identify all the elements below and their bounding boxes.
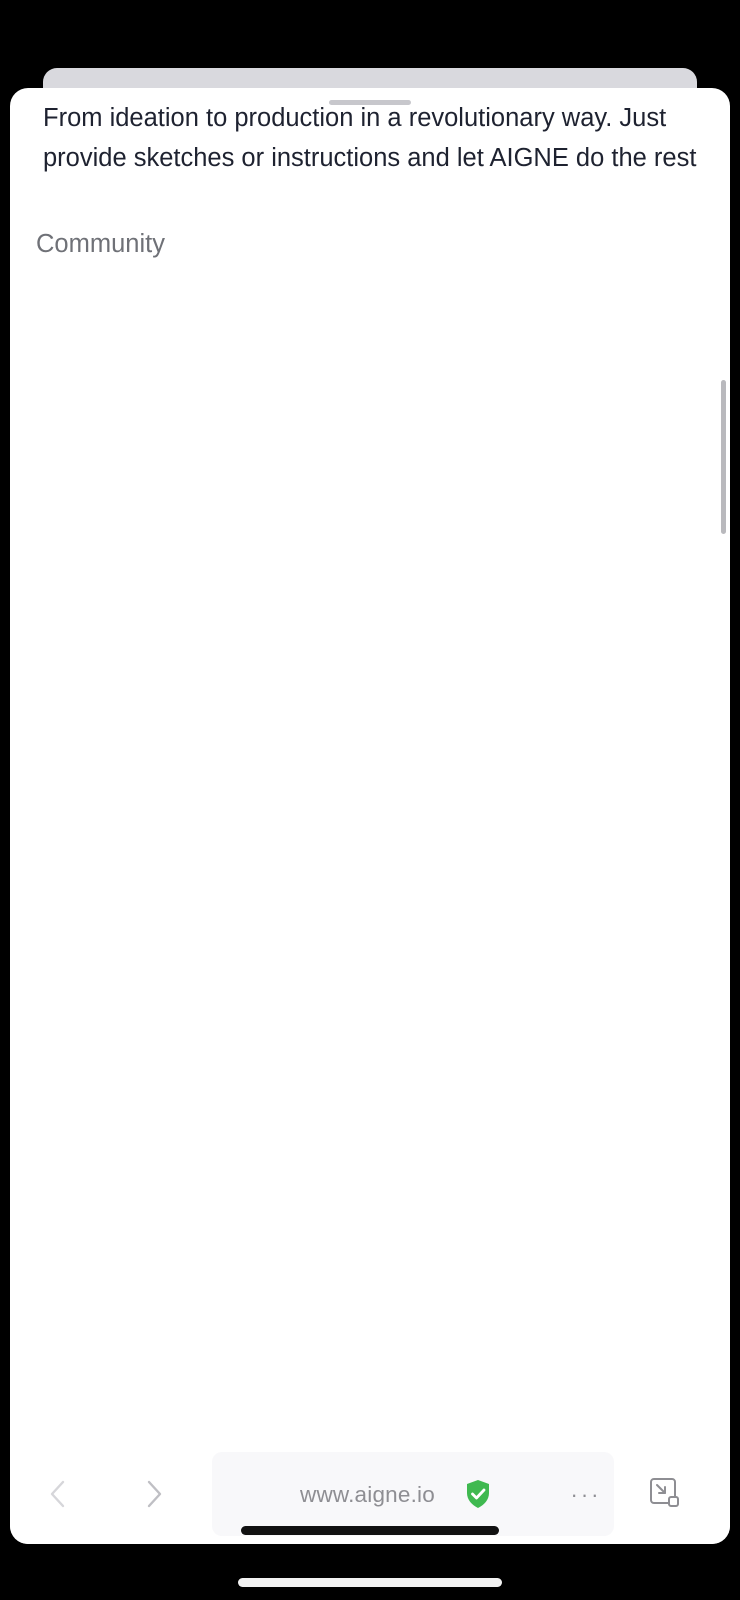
minimize-window-icon [650,1478,679,1507]
home-indicator[interactable] [238,1578,502,1587]
chevron-right-icon [147,1480,162,1508]
more-options-button[interactable]: ··· [564,1480,608,1510]
back-button[interactable] [38,1474,78,1514]
intro-text: From ideation to production in a revolut… [43,104,697,172]
ellipsis-icon: ··· [570,1482,602,1507]
forward-button[interactable] [134,1474,174,1514]
shield-check-icon [467,1480,489,1508]
minimize-button[interactable] [644,1472,684,1512]
sheet-home-indicator [241,1526,499,1535]
chevron-left-icon [50,1480,65,1508]
webview-sheet: From ideation to production in a revolut… [10,88,730,1544]
scrollbar[interactable] [721,380,726,534]
url-text: www.aigne.io [300,1482,435,1507]
address-bar[interactable]: www.aigne.io ··· [212,1452,614,1536]
community-link[interactable]: Community [36,230,165,259]
